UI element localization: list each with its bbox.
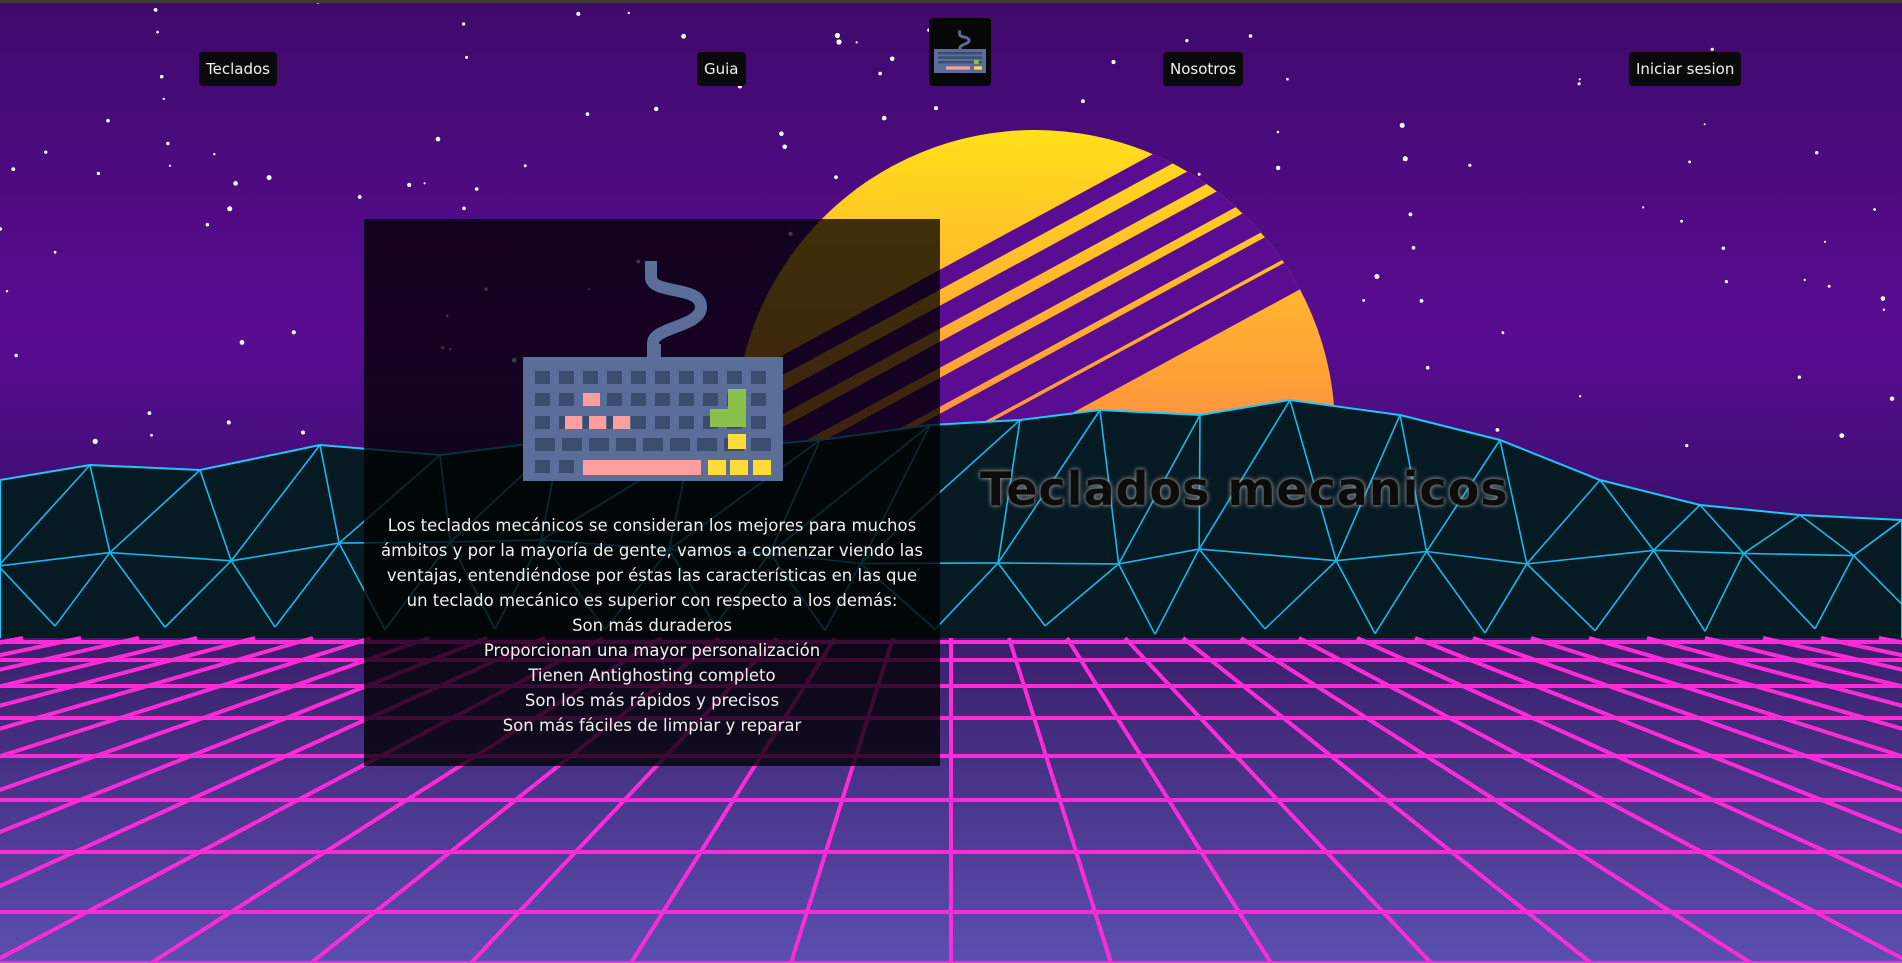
home-logo-button[interactable] bbox=[929, 18, 991, 86]
intro-line: ventajas, entendiéndose por éstas las ca… bbox=[386, 566, 918, 585]
advantage-item: Son más duraderos bbox=[572, 616, 732, 635]
nav-guia-button[interactable]: Guia bbox=[697, 52, 746, 86]
synthwave-background bbox=[0, 0, 1902, 963]
advantage-item: Tienen Antighosting completo bbox=[528, 666, 776, 685]
info-card: Los teclados mecánicos se consideran los… bbox=[364, 219, 940, 766]
advantage-item: Proporcionan una mayor personalización bbox=[483, 641, 821, 660]
login-button[interactable]: Iniciar sesion bbox=[1629, 52, 1742, 86]
advantage-item: Son los más rápidos y precisos bbox=[524, 691, 780, 710]
keyboard-icon bbox=[934, 30, 986, 73]
keyboard-illustration-icon bbox=[523, 261, 783, 481]
top-border bbox=[0, 0, 1902, 3]
intro-line: un teclado mecánico es superior con resp… bbox=[406, 591, 898, 610]
intro-line: ámbitos y por la mayoría de gente, vamos… bbox=[381, 541, 923, 560]
nav-teclados-button[interactable]: Teclados bbox=[199, 52, 277, 86]
card-text: Los teclados mecánicos se consideran los… bbox=[378, 513, 926, 738]
nav-nosotros-button[interactable]: Nosotros bbox=[1163, 52, 1244, 86]
hero-title: Teclados mecanicos bbox=[980, 462, 1509, 516]
intro-line: Los teclados mecánicos se consideran los… bbox=[387, 516, 917, 535]
advantage-item: Son más fáciles de limpiar y reparar bbox=[502, 716, 802, 735]
